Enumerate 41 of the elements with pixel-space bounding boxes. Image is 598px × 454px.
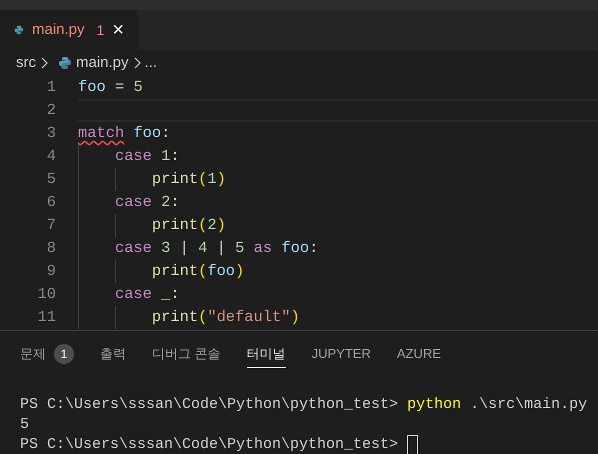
code-line: case 2:	[114, 192, 180, 213]
line-number: 11	[36, 306, 56, 328]
editor-tab[interactable]: main.py 1 ×	[0, 10, 138, 50]
chevron-right-icon	[132, 57, 141, 69]
python-file-icon	[58, 56, 72, 70]
count-badge: 1	[54, 344, 74, 364]
panel-tab[interactable]: 디버그 콘솔	[152, 340, 221, 368]
line-number: 3	[46, 122, 56, 144]
chevron-right-icon	[40, 57, 48, 69]
problem-count: 1	[96, 20, 104, 40]
line-number: 8	[46, 238, 56, 259]
panel-tab[interactable]: JUPYTER	[312, 340, 371, 368]
breadcrumb-item[interactable]: main.py	[76, 52, 129, 74]
code-line: case 3 | 4 | 5 as foo:	[114, 238, 318, 259]
code-line: match foo:	[78, 122, 170, 144]
terminal-line: PS C:\Users\sssan\Code\Python\python_test>	[20, 435, 400, 454]
breadcrumb-item[interactable]: ...	[144, 52, 158, 74]
terminal-line: 5	[20, 415, 30, 435]
code-line: foo = 5	[78, 76, 143, 98]
panel-tab[interactable]: 문제 1	[20, 340, 74, 368]
breadcrumb-item[interactable]: src	[16, 52, 36, 74]
line-number: 6	[46, 192, 56, 213]
line-number: 2	[46, 100, 56, 121]
code-line: case 1:	[114, 146, 180, 167]
code-line: print(2)	[150, 214, 226, 236]
line-number: 4	[46, 146, 56, 167]
panel-tab[interactable]: 터미널	[246, 340, 286, 368]
line-number: 1	[46, 76, 56, 98]
close-icon[interactable]: ×	[112, 20, 124, 40]
panel-tab[interactable]: AZURE	[396, 340, 441, 368]
code-line: case _:	[114, 284, 180, 305]
line-number: 9	[46, 260, 56, 282]
panel-tab[interactable]: 출력	[100, 340, 126, 368]
code-line: print(1)	[150, 168, 226, 190]
terminal-line: PS C:\Users\sssan\Code\Python\python_test> python .\src\main.py	[20, 395, 588, 415]
line-number: 5	[46, 168, 56, 190]
line-number: 10	[36, 284, 56, 305]
code-line: print("default")	[150, 306, 300, 328]
line-number: 7	[46, 214, 56, 236]
python-file-icon	[14, 23, 24, 37]
code-line: print(foo)	[150, 260, 244, 282]
